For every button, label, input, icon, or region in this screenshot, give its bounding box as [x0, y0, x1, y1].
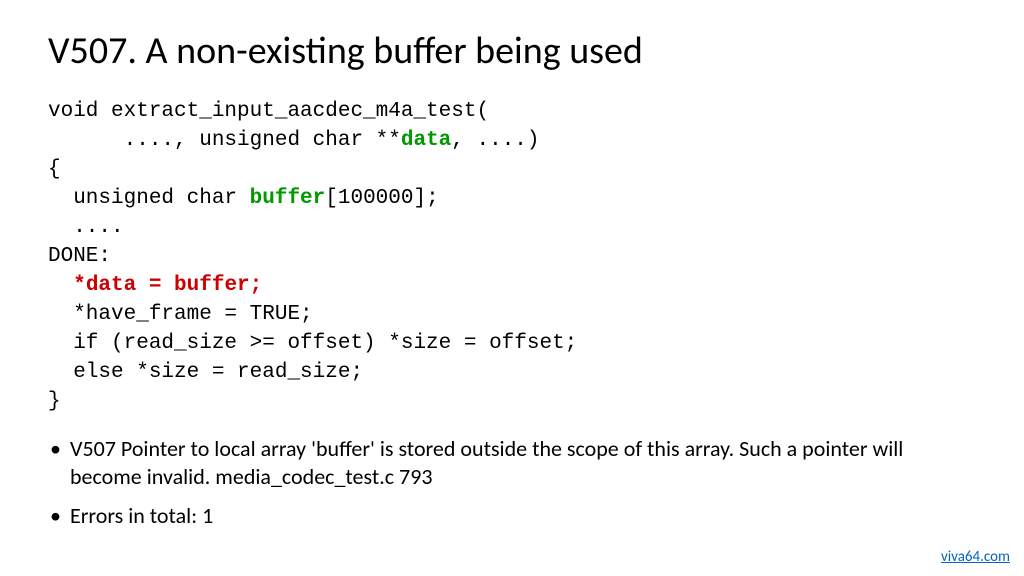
- code-line: void extract_input_aacdec_m4a_test(: [48, 100, 489, 123]
- code-line: , ....): [451, 129, 539, 152]
- code-line: }: [48, 390, 61, 413]
- code-line: DONE:: [48, 245, 111, 268]
- code-line: *have_frame = TRUE;: [48, 303, 313, 326]
- code-line: [100000];: [325, 187, 438, 210]
- bullet-list: V507 Pointer to local array 'buffer' is …: [48, 435, 976, 531]
- code-line: ...., unsigned char **: [48, 129, 401, 152]
- code-line: [48, 274, 73, 297]
- slide-title: V507. A non-existing buffer being used: [48, 28, 976, 74]
- code-line: if (read_size >= offset) *size = offset;: [48, 332, 577, 355]
- code-block: void extract_input_aacdec_m4a_test( ....…: [48, 98, 976, 417]
- code-highlight-data: data: [401, 129, 451, 152]
- code-line: else *size = read_size;: [48, 361, 363, 384]
- footer-link[interactable]: viva64.com: [941, 548, 1010, 566]
- code-line: ....: [48, 216, 124, 239]
- bullet-item: Errors in total: 1: [48, 502, 976, 531]
- code-highlight-buffer: buffer: [250, 187, 326, 210]
- code-line: unsigned char: [48, 187, 250, 210]
- code-highlight-error: *data = buffer;: [73, 274, 262, 297]
- code-line: {: [48, 158, 61, 181]
- bullet-item: V507 Pointer to local array 'buffer' is …: [48, 435, 976, 492]
